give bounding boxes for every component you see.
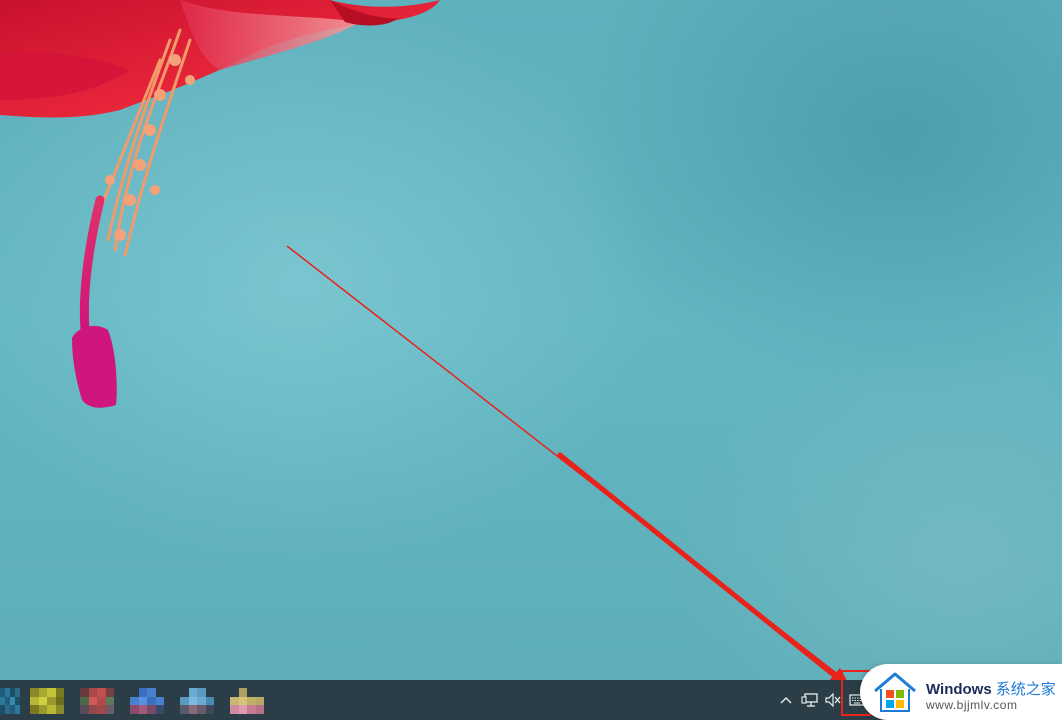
show-hidden-icons-button[interactable] (776, 688, 796, 712)
chevron-up-icon (780, 697, 792, 704)
desktop[interactable] (0, 0, 1062, 720)
app-icon (130, 688, 164, 714)
wallpaper-flower (0, 0, 440, 408)
volume-muted-icon (825, 692, 841, 708)
app-icon (80, 688, 114, 714)
windows-house-logo-icon (874, 672, 916, 712)
app-icon (0, 688, 20, 714)
taskbar-app-4[interactable] (130, 688, 164, 714)
watermark-url: www.bjjmlv.com (926, 698, 1018, 712)
app-icon (230, 688, 264, 714)
watermark-title: Windows 系统之家 (926, 678, 1056, 699)
taskbar-app-2[interactable] (30, 688, 64, 714)
network-button[interactable] (798, 688, 822, 712)
watermark: Windows 系统之家 www.bjjmlv.com (860, 664, 1062, 720)
watermark-brand: Windows (926, 681, 992, 698)
watermark-brand-cn: 系统之家 (995, 681, 1056, 698)
taskbar-app-5[interactable] (180, 688, 214, 714)
app-icon (30, 688, 64, 714)
taskbar-app-3[interactable] (80, 688, 114, 714)
app-icon (180, 688, 214, 714)
network-icon (801, 693, 818, 707)
taskbar-app-6[interactable] (230, 688, 264, 714)
taskbar-app-1[interactable] (0, 688, 20, 714)
